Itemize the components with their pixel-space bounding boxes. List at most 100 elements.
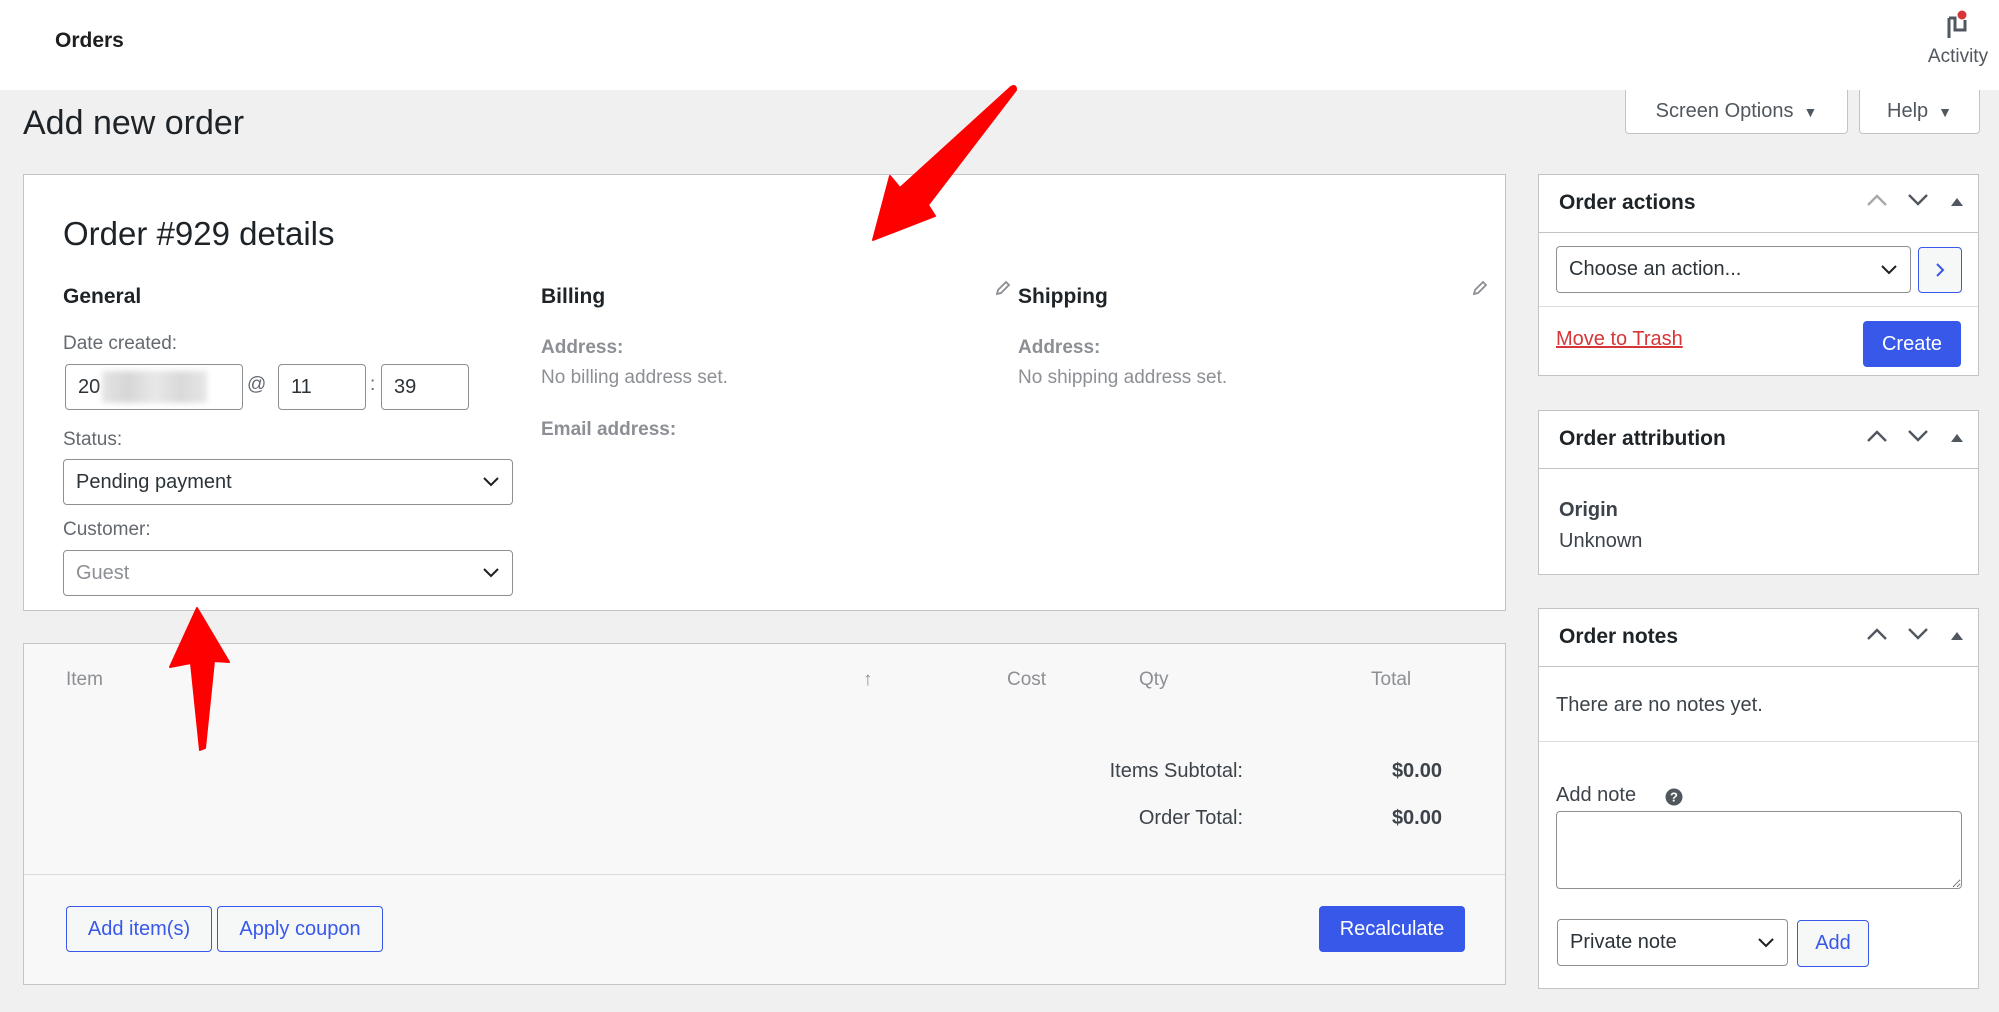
origin-label: Origin	[1559, 499, 1618, 521]
order-notes-box: Order notes There are no notes yet. Add …	[1538, 608, 1979, 989]
status-select[interactable]: Pending payment	[63, 459, 513, 505]
column-qty: Qty	[1139, 669, 1169, 690]
no-notes-text: There are no notes yet.	[1556, 694, 1763, 716]
pencil-icon[interactable]	[1471, 279, 1489, 297]
activity-label: Activity	[1927, 46, 1989, 67]
chevron-down-icon	[1881, 264, 1897, 274]
order-actions-box: Order actions Choose an action... Move t…	[1538, 174, 1979, 376]
minute-input[interactable]: 39	[381, 364, 469, 410]
minute-value: 39	[394, 375, 417, 398]
move-to-trash-link[interactable]: Move to Trash	[1556, 328, 1683, 351]
help-label: Help	[1887, 100, 1929, 122]
divider	[1539, 306, 1978, 307]
move-down-icon[interactable]	[1907, 193, 1929, 207]
svg-text:?: ?	[1670, 790, 1678, 805]
recalculate-button[interactable]: Recalculate	[1319, 906, 1465, 952]
customer-placeholder: Guest	[76, 561, 130, 584]
divider	[1539, 741, 1978, 742]
hour-input[interactable]: 11	[278, 364, 366, 410]
move-down-icon[interactable]	[1907, 627, 1929, 641]
items-subtotal-row: Items Subtotal:	[24, 760, 1243, 784]
order-details-panel: Order #929 details General Date created:…	[23, 174, 1506, 611]
chevron-right-icon	[1936, 263, 1945, 277]
items-footer: Add item(s) Apply coupon Recalculate	[24, 874, 1505, 986]
create-order-button[interactable]: Create	[1863, 321, 1961, 367]
general-section: General Date created: 20 @ 11 : 39 Statu…	[63, 285, 515, 605]
order-actions-header: Order actions	[1539, 175, 1978, 233]
help-tip-icon[interactable]: ?	[1665, 788, 1683, 806]
breadcrumb-orders[interactable]: Orders	[55, 29, 124, 53]
at-separator: @	[247, 374, 267, 395]
shipping-address-label: Address:	[1018, 337, 1101, 358]
order-actions-title: Order actions	[1559, 191, 1696, 214]
chevron-down-icon	[483, 477, 499, 487]
billing-section: Billing Address: No billing address set.…	[541, 280, 1011, 485]
date-visible-text: 20	[78, 375, 101, 398]
sort-arrow-icon[interactable]: ↑	[863, 669, 873, 691]
origin-value: Unknown	[1559, 530, 1643, 552]
billing-address-value: No billing address set.	[541, 367, 728, 388]
shipping-title: Shipping	[1018, 285, 1108, 308]
add-note-label: Add note	[1556, 784, 1637, 806]
redacted-blur	[102, 371, 208, 403]
order-heading: Order #929 details	[63, 215, 335, 252]
move-up-icon[interactable]	[1866, 429, 1888, 443]
column-cost: Cost	[1007, 669, 1047, 690]
date-created-input[interactable]: 20	[65, 364, 243, 410]
order-items-panel: Item ↑ Cost Qty Total Items Subtotal: $0…	[23, 643, 1506, 985]
order-action-select[interactable]: Choose an action...	[1556, 246, 1911, 293]
chevron-down-icon	[1758, 937, 1774, 947]
status-value: Pending payment	[76, 470, 232, 493]
move-up-icon[interactable]	[1866, 627, 1888, 641]
order-attribution-box: Order attribution Origin Unknown	[1538, 410, 1979, 575]
hour-value: 11	[291, 375, 312, 398]
notification-dot	[1957, 10, 1967, 20]
add-items-button[interactable]: Add item(s)	[66, 906, 212, 952]
move-up-icon[interactable]	[1866, 193, 1888, 207]
customer-label: Customer:	[63, 519, 151, 540]
apply-action-button[interactable]	[1918, 247, 1962, 293]
order-attribution-title: Order attribution	[1559, 427, 1726, 450]
order-total-row: Order Total:	[24, 807, 1243, 831]
note-type-select[interactable]: Private note	[1557, 919, 1788, 966]
pencil-icon[interactable]	[994, 279, 1012, 297]
collapse-toggle-icon[interactable]	[1950, 197, 1964, 207]
screen-options-label: Screen Options	[1655, 100, 1794, 122]
apply-coupon-button[interactable]: Apply coupon	[217, 906, 383, 952]
column-item[interactable]: Item	[66, 669, 103, 691]
chevron-down-icon	[483, 568, 499, 578]
order-notes-title: Order notes	[1559, 625, 1679, 648]
help-button[interactable]: Help ▼	[1859, 90, 1980, 134]
flag-icon	[1947, 10, 1967, 38]
shipping-section: Shipping Address: No shipping address se…	[1018, 280, 1488, 405]
billing-title: Billing	[541, 285, 606, 308]
collapse-toggle-icon[interactable]	[1950, 433, 1964, 443]
items-subtotal-value: $0.00	[1391, 760, 1442, 782]
shipping-address-value: No shipping address set.	[1018, 367, 1228, 388]
column-total: Total	[1371, 669, 1412, 690]
screen-options-button[interactable]: Screen Options ▼	[1625, 90, 1848, 134]
time-separator: :	[370, 374, 376, 395]
date-created-label: Date created:	[63, 333, 178, 354]
order-total-value: $0.00	[1391, 807, 1442, 829]
order-notes-header: Order notes	[1539, 609, 1978, 667]
caret-down-icon: ▼	[1938, 103, 1952, 120]
billing-email-label: Email address:	[541, 419, 677, 440]
note-type-value: Private note	[1570, 931, 1677, 953]
items-subtotal-label: Items Subtotal:	[1109, 760, 1243, 782]
caret-down-icon: ▼	[1803, 103, 1818, 120]
customer-select[interactable]: Guest	[63, 550, 513, 596]
activity-button[interactable]: Activity	[1918, 10, 1998, 76]
billing-address-label: Address:	[541, 337, 624, 358]
move-down-icon[interactable]	[1907, 429, 1929, 443]
order-action-value: Choose an action...	[1569, 258, 1742, 280]
collapse-toggle-icon[interactable]	[1950, 631, 1964, 641]
order-attribution-header: Order attribution	[1539, 411, 1978, 469]
add-note-button[interactable]: Add	[1797, 920, 1869, 967]
general-title: General	[63, 285, 142, 308]
add-note-textarea[interactable]	[1556, 811, 1962, 889]
status-label: Status:	[63, 429, 123, 450]
order-total-label: Order Total:	[1138, 807, 1243, 829]
top-header: Orders Activity	[0, 0, 1999, 90]
page-title: Add new order	[23, 104, 245, 142]
